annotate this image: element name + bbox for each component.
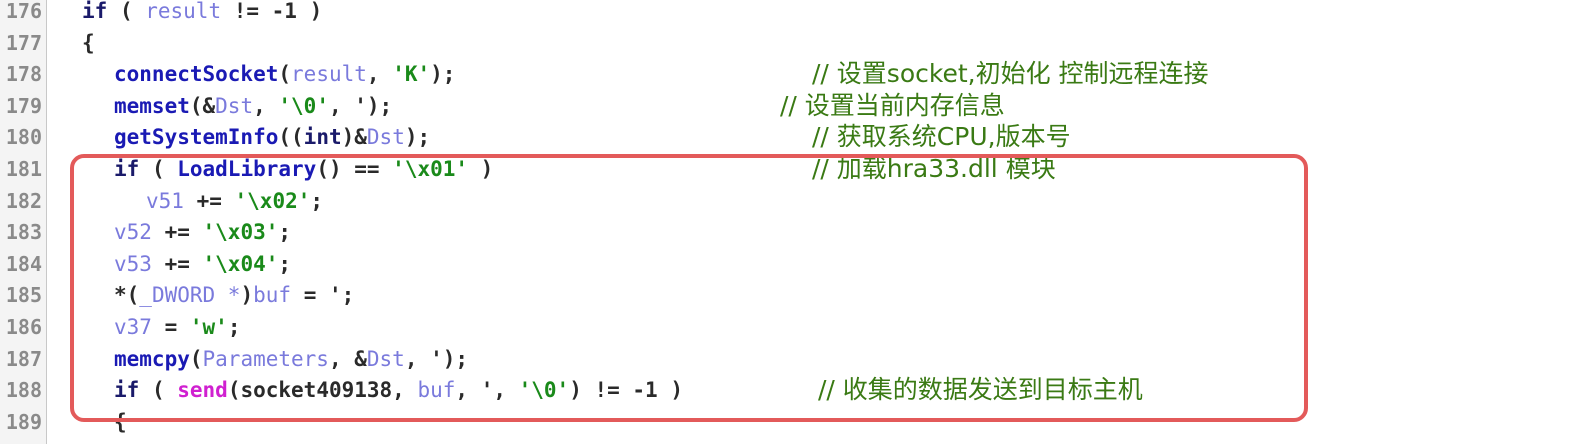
code-text: { [82, 27, 95, 59]
code-comment: // 设置当前内存信息 [780, 90, 1005, 120]
code-token: (& [189, 93, 216, 118]
code-token: result [291, 62, 367, 87]
code-line: 177 { [0, 27, 1582, 59]
code-token: ); [404, 125, 431, 150]
line-number: 182 [5, 188, 42, 213]
code-token: ( [278, 62, 292, 87]
code-token: 'K' [392, 62, 431, 87]
code-line: 179 memset(&Dst, '\0', '); // 设置当前内存信息 [0, 90, 1582, 122]
code-token: memset [114, 93, 190, 118]
code-token: getSystemInfo [114, 125, 279, 150]
code-token: (( [278, 125, 304, 150]
code-token: int [303, 125, 342, 150]
line-number: 180 [5, 125, 42, 150]
code-token: Dst [366, 125, 405, 150]
code-token: { [82, 30, 95, 55]
line-number: 176 [5, 0, 42, 23]
line-number: 186 [5, 315, 42, 339]
code-token: ( [107, 0, 146, 23]
line-number: 189 [5, 409, 42, 434]
code-token: )& [341, 125, 367, 150]
line-number: 179 [5, 93, 42, 118]
code-token: ); [430, 62, 456, 87]
line-number: 188 [5, 378, 42, 403]
code-token: if [82, 0, 108, 23]
line-number: 181 [5, 157, 42, 181]
code-line: 176 if ( result != -1 ) [0, 0, 1582, 27]
code-text: memset(&Dst, '\0', '); [114, 90, 392, 122]
line-number: 185 [5, 283, 42, 308]
code-token: , [366, 62, 393, 87]
code-token: connectSocket [114, 62, 279, 87]
code-token: result [145, 0, 222, 23]
line-number: 184 [5, 251, 42, 276]
code-comment: // 获取系统CPU,版本号 [812, 122, 1071, 152]
line-number: 183 [5, 220, 42, 245]
line-number: 187 [5, 346, 42, 371]
code-editor: 176 if ( result != -1 ) 177 {178 connectSock… [0, 0, 1582, 444]
code-token: Dst [215, 93, 254, 118]
code-text: getSystemInfo((int)&Dst); [114, 121, 430, 153]
code-line: 178 connectSocket(result, 'K'); // 设置socke… [0, 58, 1582, 90]
line-number: 178 [5, 62, 42, 87]
code-token: '\0' [278, 93, 329, 118]
code-line: 180 getSystemInfo((int)&Dst); // 获取系统CPU,版… [0, 121, 1582, 153]
highlight-box [70, 154, 1308, 422]
code-token: , '); [328, 93, 393, 118]
code-token: != -1 ) [221, 0, 323, 23]
code-text: if ( result != -1 ) [82, 0, 322, 27]
code-token: , [253, 93, 279, 118]
line-number: 177 [5, 30, 42, 55]
code-text: connectSocket(result, 'K'); [114, 58, 455, 90]
code-comment: // 设置socket,初始化 控制远程连接 [812, 59, 1209, 89]
